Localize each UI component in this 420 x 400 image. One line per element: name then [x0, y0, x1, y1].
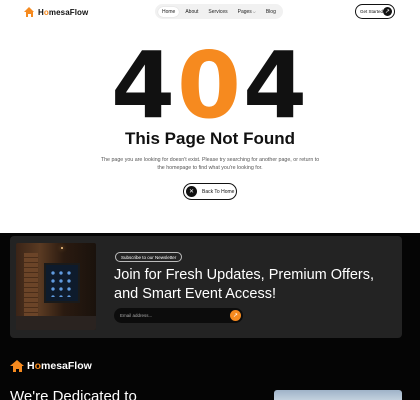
footer-logo[interactable]: HomesaFlow — [10, 360, 92, 372]
email-placeholder: Email address... — [120, 313, 153, 318]
house-icon — [10, 360, 24, 372]
error-code: 404 — [110, 32, 310, 139]
nav-about[interactable]: About — [181, 7, 202, 17]
arrow-up-right-icon: ↗ — [383, 7, 392, 16]
footer-logo-text: HomesaFlow — [27, 360, 92, 372]
email-field[interactable]: Email address... ↗ — [114, 308, 243, 323]
newsletter-card: Subscribe to our Newsletter Join for Fre… — [10, 236, 402, 338]
chevron-down-icon: ⌵ — [252, 9, 256, 14]
footer-image — [274, 390, 402, 400]
newsletter-badge: Subscribe to our Newsletter — [115, 252, 183, 262]
nav-pages[interactable]: Pages ⌵ — [234, 7, 260, 17]
get-started-label: Get Started — [360, 9, 384, 14]
site-header: HomesaFlow Home About Services Pages ⌵ Bl… — [0, 0, 420, 24]
nav-blog[interactable]: Blog — [262, 7, 280, 17]
house-icon — [24, 7, 35, 17]
nav-services[interactable]: Services — [204, 7, 231, 17]
newsletter-title: Join for Fresh Updates, Premium Offers, … — [114, 267, 375, 302]
subscribe-button[interactable]: ↗ — [230, 310, 241, 321]
smart-home-image — [16, 243, 96, 330]
get-started-button[interactable]: Get Started ↗ — [355, 4, 395, 19]
footer-heading: We're Dedicated to — [10, 388, 137, 400]
close-icon: ✕ — [186, 186, 197, 197]
logo[interactable]: HomesaFlow — [24, 6, 88, 18]
logo-text: HomesaFlow — [38, 7, 89, 17]
back-to-home-button[interactable]: ✕ Back To Home — [183, 183, 237, 200]
error-description: The page you are looking for doesn't exi… — [100, 157, 320, 171]
site-footer: Subscribe to our Newsletter Join for Fre… — [0, 233, 420, 400]
back-to-home-label: Back To Home — [202, 188, 235, 195]
nav-home[interactable]: Home — [158, 6, 180, 17]
main-nav: Home About Services Pages ⌵ Blog — [155, 4, 283, 19]
page-title: This Page Not Found — [125, 129, 295, 148]
